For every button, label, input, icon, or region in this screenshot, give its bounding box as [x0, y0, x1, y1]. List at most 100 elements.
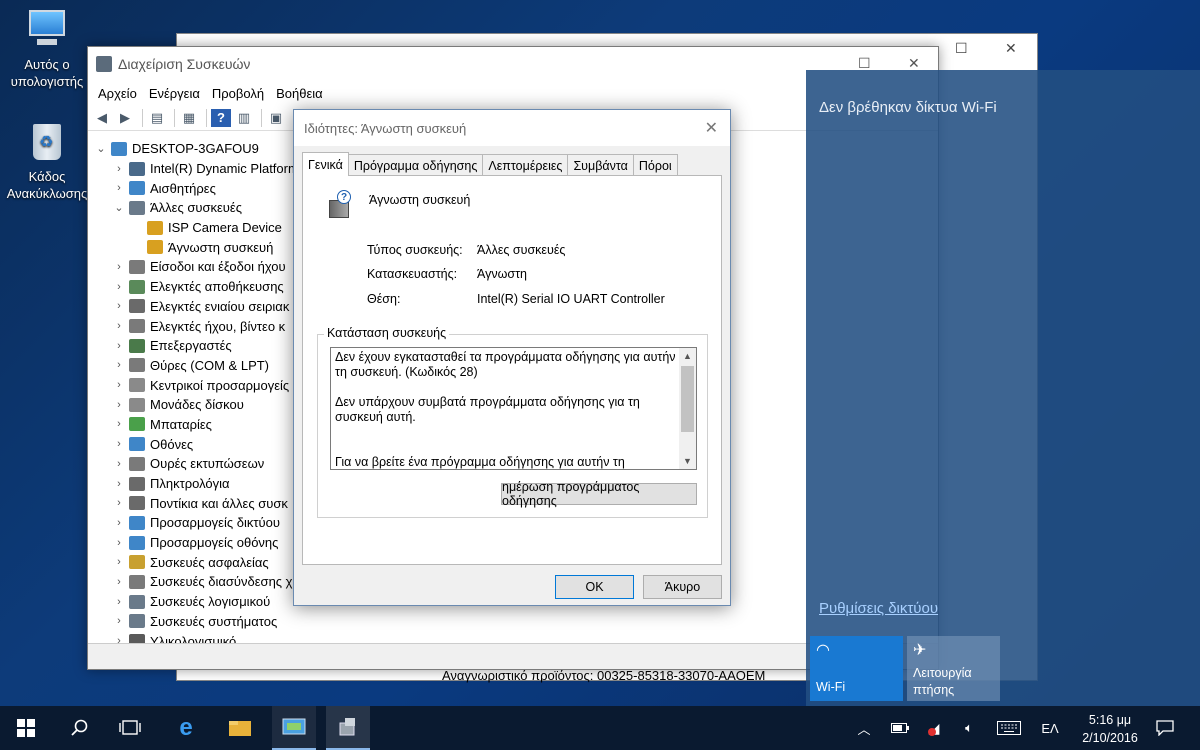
language-indicator[interactable]: ΕΛ	[1036, 706, 1064, 750]
view-icon[interactable]: ▥	[234, 109, 254, 127]
chevron-right-icon[interactable]: ›	[112, 458, 126, 470]
edge-button[interactable]: e	[164, 706, 208, 750]
chevron-right-icon[interactable]: ›	[112, 399, 126, 411]
chevron-down-icon[interactable]: ⌄	[112, 201, 126, 214]
tree-item-label: Πληκτρολόγια	[150, 476, 230, 492]
folder-icon	[229, 721, 251, 736]
show-hide-tree-icon[interactable]: ▤	[147, 109, 167, 127]
close-icon[interactable]: ✕	[1005, 40, 1017, 57]
control-panel-button[interactable]	[272, 706, 316, 750]
tab-driver[interactable]: Πρόγραμμα οδήγησης	[347, 154, 484, 176]
menu-help[interactable]: Βοήθεια	[270, 86, 329, 101]
chevron-right-icon[interactable]: ›	[112, 517, 126, 529]
airplane-mode-label: Λειτουργία πτήσης	[913, 666, 972, 697]
device-category-icon	[129, 378, 145, 393]
tree-item-label: Προσαρμογείς δικτύου	[150, 515, 280, 531]
status-scrollbar[interactable]: ▲ ▼	[679, 348, 696, 469]
device-properties-dialog: Ιδιότητες: Άγνωστη συσκευή ✕ Γενικά Πρόγ…	[293, 109, 731, 606]
chevron-right-icon[interactable]: ›	[112, 281, 126, 293]
network-settings-link[interactable]: Ρυθμίσεις δικτύου	[819, 600, 938, 617]
cancel-button[interactable]: Άκυρο	[643, 575, 722, 599]
menu-file[interactable]: Αρχείο	[92, 86, 143, 101]
tree-item-label: Κεντρικοί προσαρμογείς	[150, 377, 290, 393]
chevron-right-icon[interactable]: ›	[112, 340, 126, 352]
tree-item-label: Συσκευές ασφαλείας	[150, 554, 269, 570]
chevron-right-icon[interactable]: ›	[112, 379, 126, 391]
device-category-icon	[129, 161, 145, 176]
chevron-right-icon[interactable]: ›	[112, 478, 126, 490]
device-manager-taskbar-button[interactable]	[326, 706, 370, 750]
start-button[interactable]	[4, 706, 48, 750]
tree-item-label: Ελεγκτές ήχου, βίντεο κ	[150, 318, 286, 334]
menu-view[interactable]: Προβολή	[206, 86, 270, 101]
tab-details[interactable]: Λεπτομέρειες	[482, 154, 569, 176]
wifi-toggle[interactable]: ◠ Wi-Fi	[810, 636, 903, 701]
help-icon[interactable]: ?	[211, 108, 231, 127]
device-category-icon	[129, 496, 145, 511]
menu-action[interactable]: Ενέργεια	[143, 86, 206, 101]
device-category-icon	[129, 437, 145, 452]
scan-hardware-icon[interactable]: ▣	[266, 109, 286, 127]
chevron-right-icon[interactable]: ›	[112, 320, 126, 332]
recycle-bin-icon: ♻	[23, 118, 71, 164]
chevron-up-icon[interactable]: ︿	[852, 706, 876, 750]
chevron-up-icon[interactable]: ▲	[679, 351, 696, 361]
chevron-right-icon[interactable]: ›	[112, 418, 126, 430]
forward-icon[interactable]: ▶	[115, 109, 135, 127]
airplane-mode-toggle[interactable]: ✈ Λειτουργία πτήσης	[907, 636, 1000, 701]
chevron-down-icon[interactable]: ▼	[679, 456, 696, 466]
ok-button[interactable]: OK	[555, 575, 634, 599]
chevron-down-icon[interactable]: ⌄	[94, 142, 108, 155]
this-pc-icon	[23, 6, 71, 52]
network-flyout: Δεν βρέθηκαν δίκτυα Wi-Fi Ρυθμίσεις δικτ…	[806, 70, 1200, 706]
chevron-right-icon[interactable]: ›	[112, 163, 126, 175]
tree-item-label: Intel(R) Dynamic Platform	[150, 161, 299, 177]
device-category-icon	[129, 397, 145, 412]
properties-icon[interactable]: ▦	[179, 109, 199, 127]
airplane-icon: ✈	[913, 642, 927, 659]
clock[interactable]: 5:16 μμ 2/10/2016	[1072, 711, 1148, 747]
chevron-right-icon[interactable]: ›	[112, 615, 126, 627]
chevron-right-icon[interactable]: ›	[112, 438, 126, 450]
window-title: Διαχείριση Συσκευών	[118, 56, 251, 72]
chevron-right-icon[interactable]: ›	[112, 300, 126, 312]
tree-item-label: Συσκευές συστήματος	[150, 613, 278, 629]
chevron-right-icon[interactable]: ›	[112, 359, 126, 371]
chevron-right-icon[interactable]: ›	[112, 576, 126, 588]
device-status-text: Δεν έχουν εγκατασταθεί τα προγράμματα οδ…	[335, 350, 676, 469]
tree-item-label: ISP Camera Device	[168, 220, 282, 236]
file-explorer-button[interactable]	[218, 706, 262, 750]
update-driver-button[interactable]: ημέρωση προγράμματος οδήγησης	[501, 480, 697, 508]
search-button[interactable]	[58, 706, 102, 750]
keyboard-icon[interactable]	[994, 706, 1024, 750]
chevron-right-icon[interactable]: ›	[112, 596, 126, 608]
scrollbar-thumb[interactable]	[681, 366, 694, 432]
maximize-icon[interactable]: ☐	[955, 40, 968, 57]
tab-general[interactable]: Γενικά	[302, 152, 349, 176]
close-icon[interactable]: ✕	[705, 118, 718, 138]
chevron-right-icon[interactable]: ›	[112, 182, 126, 194]
network-status-icon[interactable]: ◢	[922, 706, 946, 750]
task-view-button[interactable]	[108, 706, 152, 750]
tab-events[interactable]: Συμβάντα	[567, 154, 634, 176]
action-center-button[interactable]	[1150, 706, 1180, 750]
chevron-right-icon[interactable]: ›	[112, 556, 126, 568]
wifi-toggle-label: Wi-Fi	[816, 680, 846, 694]
search-icon	[71, 719, 88, 736]
tree-item-label: Προσαρμογείς οθόνης	[150, 535, 279, 551]
battery-icon[interactable]	[888, 706, 912, 750]
tree-item-label: Μπαταρίες	[150, 416, 212, 432]
chevron-right-icon[interactable]: ›	[112, 537, 126, 549]
device-manager-icon	[339, 718, 355, 736]
device-status-textbox[interactable]: Δεν έχουν εγκατασταθεί τα προγράμματα οδ…	[330, 347, 697, 470]
tab-resources[interactable]: Πόροι	[632, 154, 678, 176]
back-icon[interactable]: ◀	[92, 109, 112, 127]
desktop-icon-this-pc[interactable]: Αυτός ο υπολογιστής	[2, 6, 92, 90]
volume-icon[interactable]: 🔈︎	[956, 706, 982, 750]
chevron-right-icon[interactable]: ›	[112, 497, 126, 509]
device-category-icon	[129, 338, 145, 353]
tree-item-label: Θύρες (COM & LPT)	[150, 357, 270, 373]
wifi-icon: ◠	[816, 642, 830, 659]
desktop-icon-recycle-bin[interactable]: ♻ Κάδος Ανακύκλωσης	[2, 118, 92, 202]
chevron-right-icon[interactable]: ›	[112, 261, 126, 273]
